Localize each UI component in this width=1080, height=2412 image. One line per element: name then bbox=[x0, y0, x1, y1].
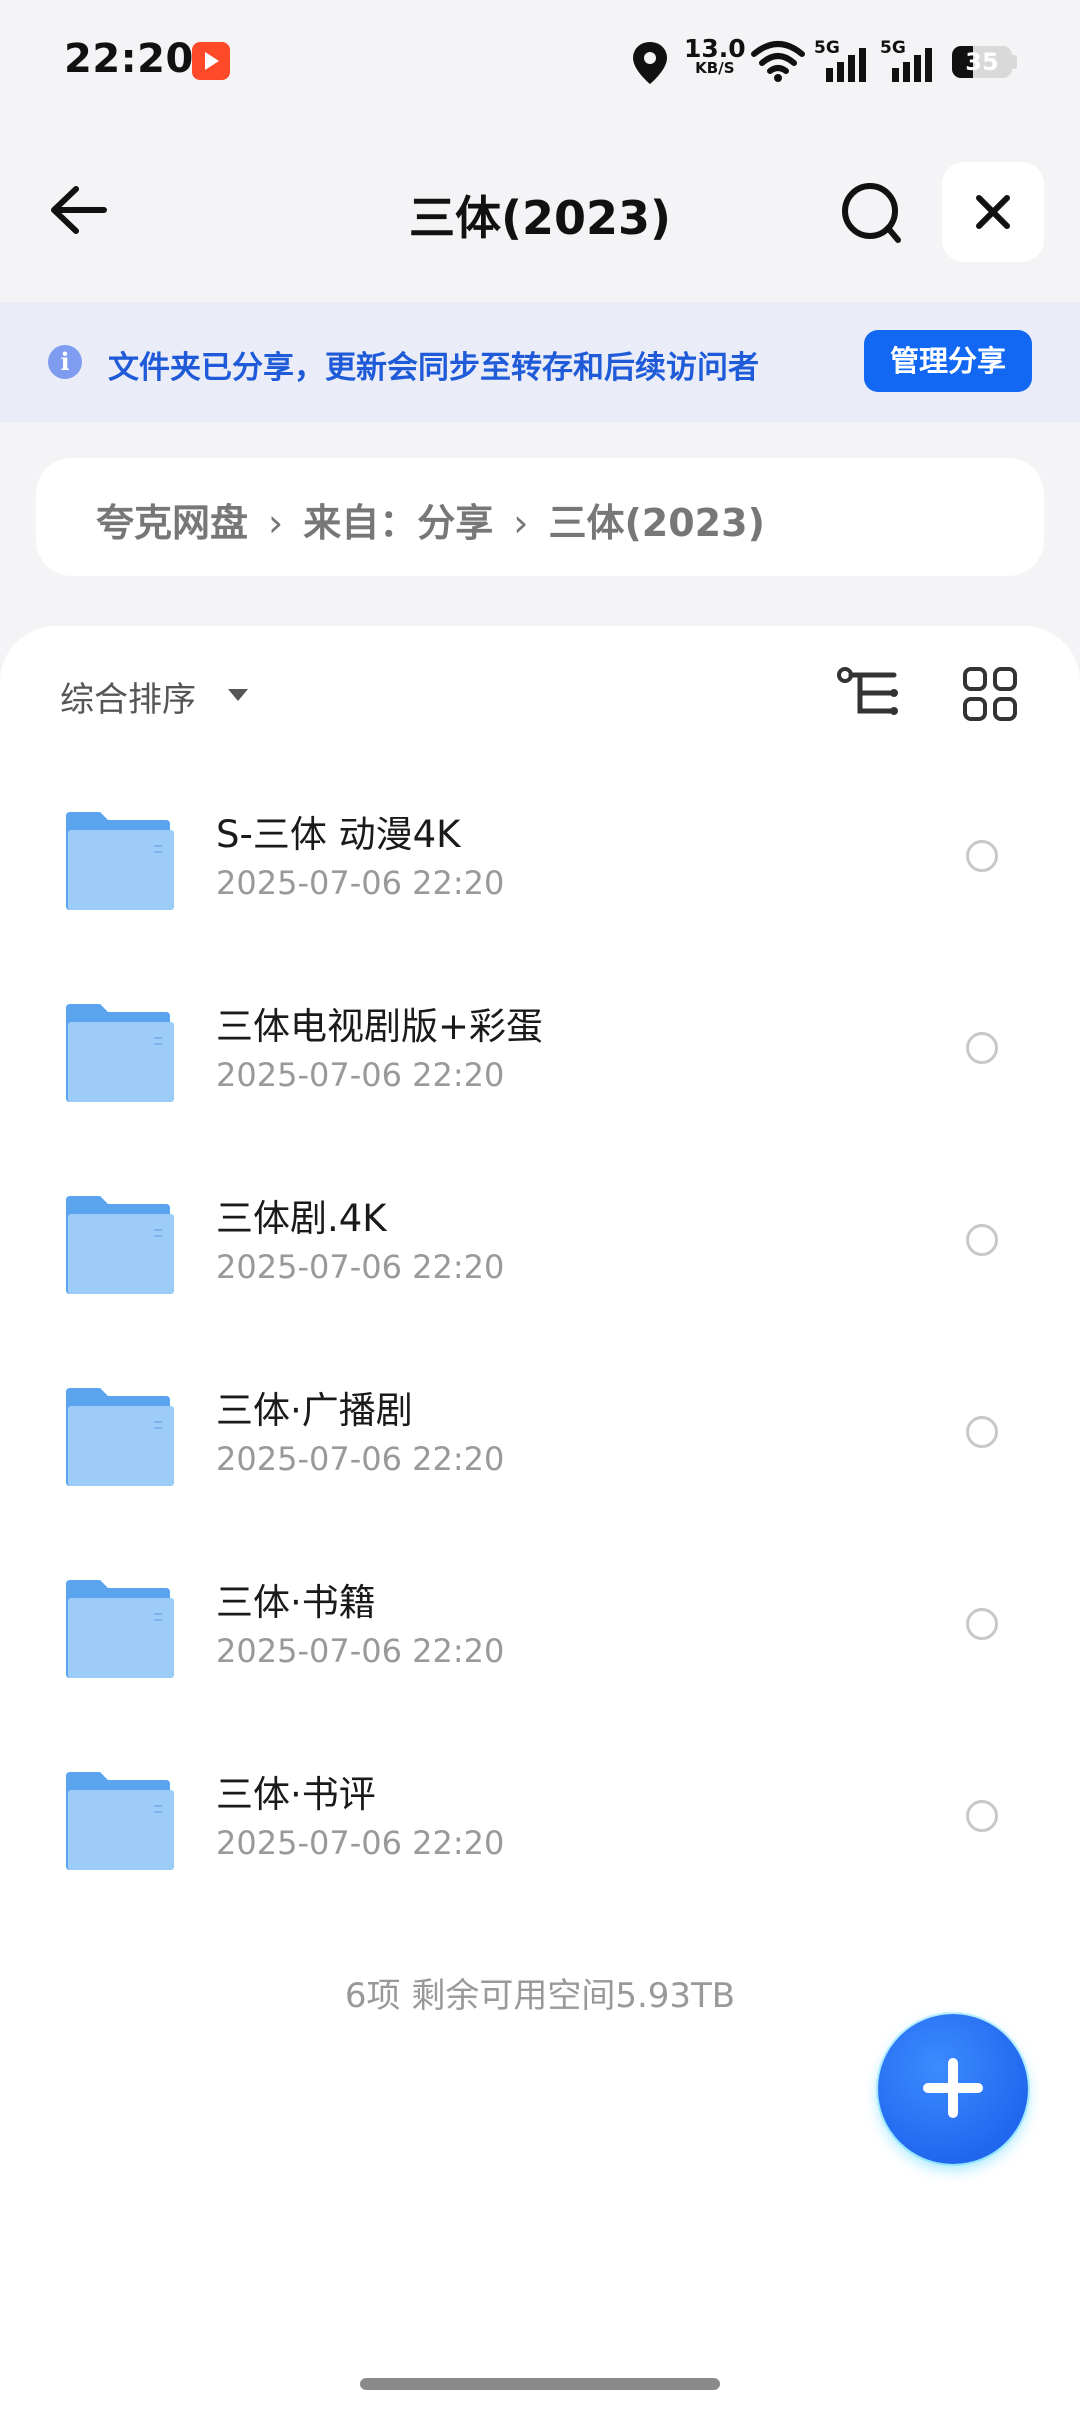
signal-icon: 5G bbox=[814, 38, 870, 84]
screen-record-icon bbox=[192, 42, 230, 80]
status-bar: 22:20 13.0 KB/S 5G 5G 35 bbox=[0, 0, 1080, 125]
file-name: 三体·广播剧 bbox=[216, 1389, 413, 1432]
sort-dropdown[interactable]: 综合排序 bbox=[60, 672, 196, 721]
storage-summary: 6项 剩余可用空间5.93TB bbox=[344, 1976, 736, 2016]
breadcrumb-item-current: 三体(2023) bbox=[548, 501, 765, 545]
status-time: 22:20 bbox=[64, 36, 194, 82]
file-date: 2025-07-06 22:20 bbox=[216, 1824, 505, 1862]
file-row[interactable]: S-三体 动漫4K 2025-07-06 22:20 bbox=[0, 764, 1080, 956]
search-button[interactable] bbox=[830, 178, 910, 248]
select-radio[interactable] bbox=[966, 1416, 998, 1448]
file-date: 2025-07-06 22:20 bbox=[216, 1248, 505, 1286]
folder-icon bbox=[66, 1580, 174, 1678]
folder-icon bbox=[66, 1772, 174, 1870]
caret-down-icon[interactable] bbox=[228, 689, 248, 701]
select-radio[interactable] bbox=[966, 1800, 998, 1832]
wifi-icon bbox=[751, 41, 805, 82]
folder-icon bbox=[66, 1004, 174, 1102]
file-date: 2025-07-06 22:20 bbox=[216, 1440, 505, 1478]
network-speed: 13.0 KB/S bbox=[684, 36, 746, 76]
folder-icon bbox=[66, 812, 174, 910]
signal-bars bbox=[892, 48, 932, 82]
tree-view-icon bbox=[837, 667, 898, 715]
breadcrumb-path: 夸克网盘 › 来自：分享 › 三体(2023) bbox=[96, 492, 765, 547]
breadcrumb-item-root[interactable]: 夸克网盘 bbox=[96, 501, 248, 545]
plus-icon[interactable] bbox=[948, 2058, 958, 2118]
file-row[interactable]: 三体剧.4K 2025-07-06 22:20 bbox=[0, 1148, 1080, 1340]
battery-icon: 35 bbox=[952, 46, 1012, 78]
file-name: S-三体 动漫4K bbox=[216, 813, 461, 856]
battery-level: 35 bbox=[965, 48, 999, 76]
select-radio[interactable] bbox=[966, 1032, 998, 1064]
file-name: 三体剧.4K bbox=[216, 1197, 387, 1240]
file-date: 2025-07-06 22:20 bbox=[216, 864, 505, 902]
file-row[interactable]: 三体电视剧版+彩蛋 2025-07-06 22:20 bbox=[0, 956, 1080, 1148]
file-row[interactable]: 三体·书籍 2025-07-06 22:20 bbox=[0, 1532, 1080, 1724]
select-radio[interactable] bbox=[966, 840, 998, 872]
battery-tip bbox=[1012, 55, 1017, 69]
signal-bars bbox=[826, 48, 866, 82]
manage-share-button[interactable]: 管理分享 bbox=[864, 330, 1032, 392]
location-icon bbox=[633, 42, 667, 84]
grid-view-icon bbox=[963, 667, 1017, 721]
breadcrumb-separator: › bbox=[268, 501, 284, 545]
search-icon bbox=[842, 183, 901, 243]
grid-view-button[interactable] bbox=[962, 666, 1018, 722]
file-date: 2025-07-06 22:20 bbox=[216, 1056, 505, 1094]
select-radio[interactable] bbox=[966, 1224, 998, 1256]
signal-icon: 5G bbox=[880, 38, 936, 84]
select-radio[interactable] bbox=[966, 1608, 998, 1640]
file-name: 三体·书评 bbox=[216, 1773, 376, 1816]
page-title: 三体(2023) bbox=[408, 191, 672, 245]
breadcrumb-item-share[interactable]: 来自：分享 bbox=[303, 501, 493, 545]
home-indicator[interactable] bbox=[360, 2378, 720, 2390]
file-name: 三体·书籍 bbox=[216, 1581, 376, 1624]
file-date: 2025-07-06 22:20 bbox=[216, 1632, 505, 1670]
tree-view-button[interactable] bbox=[836, 664, 902, 722]
share-banner-text: 文件夹已分享，更新会同步至转存和后续访问者 bbox=[108, 350, 759, 386]
file-name: 三体电视剧版+彩蛋 bbox=[216, 1005, 544, 1048]
close-icon bbox=[976, 195, 1010, 229]
folder-icon bbox=[66, 1388, 174, 1486]
file-row[interactable]: 三体·书评 2025-07-06 22:20 bbox=[0, 1724, 1080, 1916]
file-row[interactable]: 三体·广播剧 2025-07-06 22:20 bbox=[0, 1340, 1080, 1532]
breadcrumb-separator: › bbox=[513, 501, 529, 545]
close-button[interactable] bbox=[942, 162, 1044, 262]
folder-icon bbox=[66, 1196, 174, 1294]
info-icon: i bbox=[48, 345, 82, 379]
